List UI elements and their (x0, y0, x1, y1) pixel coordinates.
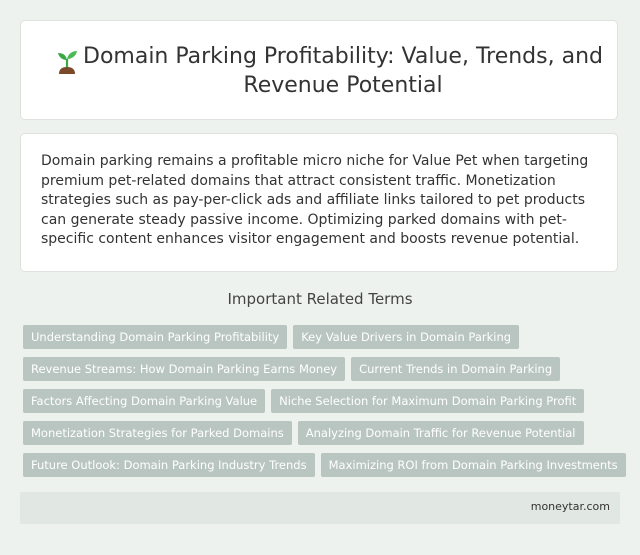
title-block: Domain Parking Profitability: Value, Tre… (45, 42, 605, 100)
tag-row: Future Outlook: Domain Parking Industry … (23, 453, 626, 477)
summary-card: Domain parking remains a profitable micr… (20, 133, 618, 272)
related-term-tag[interactable]: Current Trends in Domain Parking (351, 357, 561, 381)
related-term-tag[interactable]: Niche Selection for Maximum Domain Parki… (271, 389, 585, 413)
tag-row: Revenue Streams: How Domain Parking Earn… (23, 357, 603, 381)
sprout-icon (58, 51, 77, 74)
related-term-tag[interactable]: Understanding Domain Parking Profitabili… (23, 325, 288, 349)
tag-row: Factors Affecting Domain Parking Value Ni… (23, 389, 603, 413)
related-term-tag[interactable]: Monetization Strategies for Parked Domai… (23, 421, 292, 445)
related-term-tag[interactable]: Analyzing Domain Traffic for Revenue Pot… (297, 421, 584, 445)
page-title: Domain Parking Profitability: Value, Tre… (83, 44, 603, 98)
related-terms-heading: Important Related Terms (227, 290, 413, 308)
related-terms-list: Understanding Domain Parking Profitabili… (23, 325, 626, 485)
related-term-tag[interactable]: Revenue Streams: How Domain Parking Earn… (23, 357, 346, 381)
related-term-tag[interactable]: Factors Affecting Domain Parking Value (23, 389, 266, 413)
related-term-tag[interactable]: Maximizing ROI from Domain Parking Inves… (320, 453, 626, 477)
title-card: Domain Parking Profitability: Value, Tre… (20, 20, 618, 120)
related-term-tag[interactable]: Key Value Drivers in Domain Parking (293, 325, 520, 349)
footer: moneytar.com (20, 492, 620, 524)
tag-row: Monetization Strategies for Parked Domai… (23, 421, 603, 445)
summary-text: Domain parking remains a profitable micr… (41, 153, 589, 247)
footer-site-link[interactable]: moneytar.com (531, 500, 610, 513)
related-term-tag[interactable]: Future Outlook: Domain Parking Industry … (23, 453, 315, 477)
tag-row: Understanding Domain Parking Profitabili… (23, 325, 603, 349)
